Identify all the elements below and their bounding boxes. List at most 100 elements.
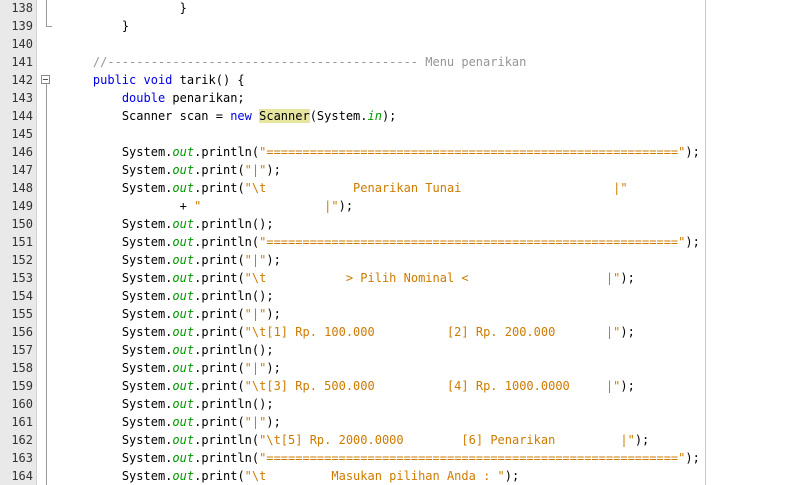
code-line[interactable]: System.out.print("|"); [122,359,281,377]
line-number: 148 [11,181,33,195]
comment-token: //--------------------------------------… [92,55,527,69]
code-token: .print( [194,253,245,267]
code-token: System. [121,271,173,285]
string-token: "\t Masukan pilihan Anda : " [244,469,505,483]
code-line[interactable]: System.out.print("\t Penarikan Tunai |" [122,179,628,197]
field-token: out [172,433,195,447]
code-token: ); [381,109,397,123]
code-token: .println(); [194,343,274,357]
field-token: out [172,181,195,195]
code-line[interactable]: System.out.print("|"); [122,413,281,431]
code-token: .print( [194,469,245,483]
line-number: 144 [11,109,33,123]
code-token: System. [121,469,173,483]
field-token: out [172,145,195,159]
code-token: .print( [194,181,245,195]
code-line[interactable]: } [122,17,129,35]
line-number: 139 [11,19,33,33]
field-token: in [367,109,382,123]
code-line[interactable]: System.out.print("\t[1] Rp. 100.000 [2] … [122,323,635,341]
keyword-token: void [143,73,173,87]
code-token: tarik() { [172,73,245,87]
code-line[interactable]: System.out.println("====================… [122,449,700,467]
code-token: System. [121,163,173,177]
highlighted-token: Scanner [259,109,310,123]
code-token: System. [121,253,173,267]
string-token: " |" [194,199,339,213]
fold-collapse-icon[interactable] [41,75,50,84]
code-line[interactable]: System.out.print("\t Masukan pilihan And… [122,467,519,485]
code-token: .println(); [194,217,274,231]
field-token: out [172,253,195,267]
field-token: out [172,235,195,249]
code-token: .println( [194,451,260,465]
code-token: } [121,19,130,33]
code-token: (System. [309,109,368,123]
string-token: "=======================================… [259,145,686,159]
line-number: 140 [11,37,33,51]
string-token: "\t Penarikan Tunai |" [244,181,628,195]
code-token: Scanner scan = [121,109,231,123]
field-token: out [172,397,195,411]
code-line[interactable]: System.out.print("\t > Pilih Nominal < |… [122,269,635,287]
code-line[interactable]: //--------------------------------------… [93,53,526,71]
code-token: .println( [194,145,260,159]
code-token: penarikan; [165,91,245,105]
keyword-token: public [92,73,137,87]
string-token: "=======================================… [259,451,686,465]
string-token: "\t > Pilih Nominal < |" [244,271,621,285]
field-token: out [172,307,195,321]
code-line[interactable]: System.out.println(); [122,341,274,359]
code-line[interactable]: System.out.print("|"); [122,305,281,323]
code-line[interactable]: double penarikan; [122,89,245,107]
code-token: .print( [194,271,245,285]
code-line[interactable]: public void tarik() { [93,71,245,89]
code-token: ); [620,379,635,393]
code-line[interactable]: System.out.println(); [122,287,274,305]
field-token: out [172,361,195,375]
code-line[interactable]: } [180,0,187,17]
code-token: ); [266,163,281,177]
code-line[interactable]: System.out.println("====================… [122,233,700,251]
code-line[interactable]: System.out.print("|"); [122,161,281,179]
code-token: System. [121,451,173,465]
keyword-token: new [230,109,252,123]
code-line[interactable]: System.out.println("\t[5] Rp. 2000.0000 … [122,431,649,449]
code-line[interactable]: System.out.println(); [122,395,274,413]
field-token: out [172,451,195,465]
code-token: System. [121,145,173,159]
line-number: 160 [11,397,33,411]
line-number: 138 [11,1,33,15]
line-number: 153 [11,271,33,285]
line-number: 161 [11,415,33,429]
code-token: ); [685,235,700,249]
code-line[interactable]: System.out.print("|"); [122,251,281,269]
code-token: System. [121,361,173,375]
code-token: System. [121,235,173,249]
line-number: 154 [11,289,33,303]
line-number: 141 [11,55,33,69]
code-token: System. [121,415,173,429]
string-token: "|" [244,415,267,429]
code-token: .println(); [194,289,274,303]
keyword-token: double [121,91,166,105]
code-line[interactable]: System.out.print("\t[3] Rp. 500.000 [4] … [122,377,635,395]
code-token: .println(); [194,397,274,411]
code-token: System. [121,181,173,195]
code-token: System. [121,289,173,303]
code-token: .println( [194,433,260,447]
code-token: ); [266,307,281,321]
code-line[interactable]: + " |"); [180,197,353,215]
code-line[interactable]: Scanner scan = new Scanner(System.in); [121,107,397,125]
code-token: + [179,199,195,213]
line-number: 152 [11,253,33,267]
field-token: out [172,325,195,339]
fold-guide-line [46,84,47,485]
code-token: .print( [194,307,245,321]
right-margin-guide [705,0,706,485]
code-line[interactable]: System.out.println(); [122,215,274,233]
code-token: .print( [194,361,245,375]
line-number: 157 [11,343,33,357]
code-line[interactable]: System.out.println("====================… [122,143,700,161]
